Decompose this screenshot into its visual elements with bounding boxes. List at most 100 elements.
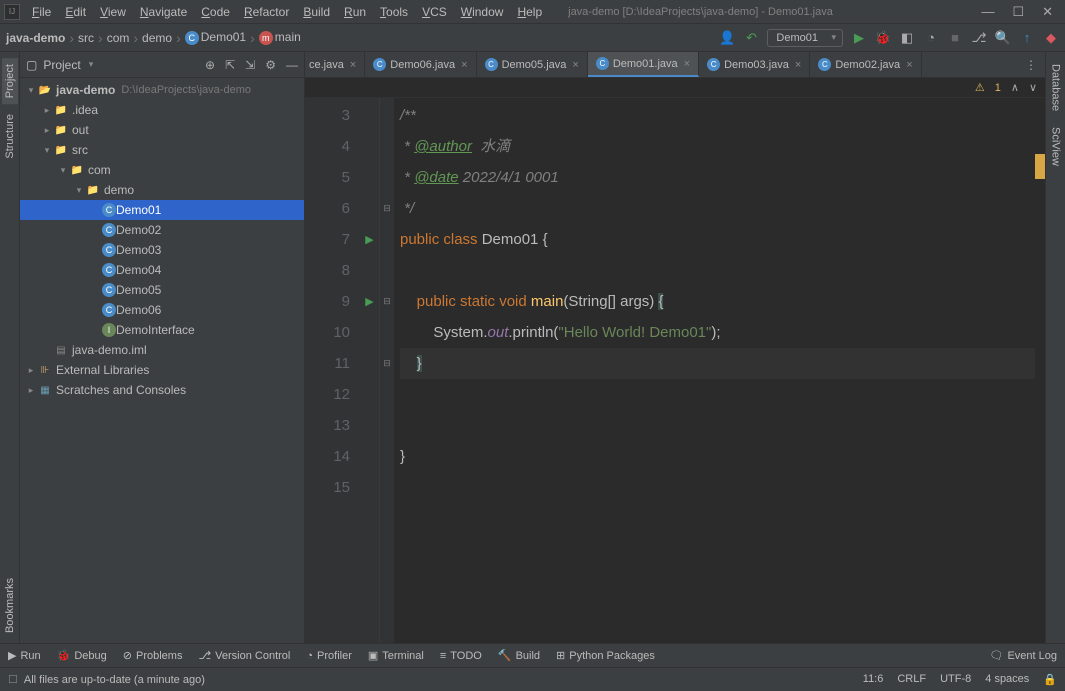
menu-build[interactable]: Build	[297, 3, 336, 21]
hide-icon[interactable]: —	[286, 58, 298, 72]
tab-close-icon[interactable]: ×	[350, 59, 356, 71]
gutter-run-icons[interactable]: ▶▶	[360, 98, 380, 643]
menu-window[interactable]: Window	[455, 3, 510, 21]
tool-terminal[interactable]: ▣Terminal	[368, 649, 424, 662]
editor-tab-demo02[interactable]: CDemo02.java×	[810, 52, 921, 77]
breadcrumb-class[interactable]: CDemo01	[185, 30, 246, 45]
tree-root[interactable]: ▾📂java-demoD:\IdeaProjects\java-demo	[20, 80, 304, 100]
menu-help[interactable]: Help	[511, 3, 548, 21]
menu-code[interactable]: Code	[195, 3, 236, 21]
gutter-run-icon[interactable]: ▶	[365, 233, 373, 246]
editor-scrollbar[interactable]	[1035, 118, 1045, 643]
menu-vcs[interactable]: VCS	[416, 3, 453, 21]
indent-setting[interactable]: 4 spaces	[985, 673, 1029, 686]
project-view-select[interactable]: Project	[43, 58, 93, 72]
tab-close-icon[interactable]: ×	[795, 59, 801, 71]
sync-icon[interactable]: ↑	[1019, 30, 1035, 46]
gear-icon[interactable]: ⚙	[265, 58, 276, 72]
add-user-icon[interactable]: 👤	[719, 30, 735, 46]
tree-idea[interactable]: ▸📁.idea	[20, 100, 304, 120]
vcs-icon[interactable]: ⎇	[971, 30, 987, 46]
tree-class-demo01[interactable]: CDemo01	[20, 200, 304, 220]
line-separator[interactable]: CRLF	[897, 673, 926, 686]
tab-list-icon[interactable]: ⋮	[1025, 58, 1037, 72]
tree-scratches[interactable]: ▸▦Scratches and Consoles	[20, 380, 304, 400]
locate-icon[interactable]: ⊕	[205, 58, 215, 72]
editor[interactable]: 3456789101112131415 ▶▶ ⊟⊟⊟ /** * @author…	[305, 98, 1045, 643]
run-icon[interactable]: ▶	[851, 30, 867, 46]
tool-debug[interactable]: 🐞Debug	[57, 649, 107, 662]
editor-tab-demo05[interactable]: CDemo05.java×	[477, 52, 588, 77]
profile-icon[interactable]: ◔	[923, 30, 939, 46]
tool-build[interactable]: 🔨Build	[498, 649, 540, 662]
tree-class-demo05[interactable]: CDemo05	[20, 280, 304, 300]
warning-marker[interactable]	[1035, 154, 1045, 179]
tool-python-packages[interactable]: ⊞Python Packages	[556, 649, 655, 662]
tree-out[interactable]: ▸📁out	[20, 120, 304, 140]
coverage-icon[interactable]: ◧	[899, 30, 915, 46]
tool-tab-structure[interactable]: Structure	[2, 108, 18, 165]
event-log-button[interactable]: Event Log	[1007, 650, 1057, 662]
tree-external-libraries[interactable]: ▸⊪External Libraries	[20, 360, 304, 380]
breadcrumb-com[interactable]: com	[107, 31, 130, 45]
close-icon[interactable]: ✕	[1042, 4, 1053, 20]
prev-highlight-icon[interactable]: ∧	[1011, 81, 1019, 94]
tree-class-demo02[interactable]: CDemo02	[20, 220, 304, 240]
tree-demo[interactable]: ▾📁demo	[20, 180, 304, 200]
tool-run[interactable]: ▶Run	[8, 649, 41, 662]
menu-tools[interactable]: Tools	[374, 3, 414, 21]
maximize-icon[interactable]: ☐	[1012, 4, 1024, 20]
breadcrumb-project[interactable]: java-demo	[6, 31, 65, 45]
menu-run[interactable]: Run	[338, 3, 372, 21]
project-tree[interactable]: ▾📂java-demoD:\IdeaProjects\java-demo▸📁.i…	[20, 78, 304, 643]
minimize-icon[interactable]: —	[981, 4, 994, 20]
tree-interface[interactable]: IDemoInterface	[20, 320, 304, 340]
warning-icon[interactable]: ⚠	[975, 81, 985, 94]
run-configuration-select[interactable]: Demo01	[767, 29, 843, 47]
tool-profiler[interactable]: ◔Profiler	[306, 650, 352, 662]
gutter-fold[interactable]: ⊟⊟⊟	[380, 98, 394, 643]
notification-icon[interactable]: ☐	[8, 673, 18, 686]
editor-tab-truncated[interactable]: ce.java×	[305, 52, 365, 77]
menu-edit[interactable]: Edit	[59, 3, 92, 21]
tool-problems[interactable]: ⊘Problems	[123, 649, 183, 662]
menu-navigate[interactable]: Navigate	[134, 3, 193, 21]
back-icon[interactable]: ↶	[743, 30, 759, 46]
tab-close-icon[interactable]: ×	[684, 58, 690, 70]
breadcrumb-src[interactable]: src	[78, 31, 94, 45]
search-icon[interactable]: 🔍	[995, 30, 1011, 46]
lock-icon[interactable]: 🔒	[1043, 673, 1057, 686]
tool-tab-project[interactable]: Project	[2, 58, 18, 104]
tab-close-icon[interactable]: ×	[461, 59, 467, 71]
code-area[interactable]: /** * @author 水滴 * @date 2022/4/1 0001 *…	[394, 98, 1045, 643]
menu-refactor[interactable]: Refactor	[238, 3, 295, 21]
breadcrumb-method[interactable]: mmain	[259, 30, 301, 45]
caret-position[interactable]: 11:6	[863, 673, 884, 686]
expand-icon[interactable]: ⇱	[225, 58, 235, 72]
tool-tab-bookmarks[interactable]: Bookmarks	[2, 572, 18, 639]
gutter-run-icon[interactable]: ▶	[365, 295, 373, 308]
tab-close-icon[interactable]: ×	[906, 59, 912, 71]
debug-icon[interactable]: 🐞	[875, 30, 891, 46]
editor-tab-demo03[interactable]: CDemo03.java×	[699, 52, 810, 77]
tool-todo[interactable]: ≡TODO	[440, 650, 482, 662]
menu-file[interactable]: File	[26, 3, 57, 21]
event-log-icon[interactable]: 🗨	[989, 649, 1003, 662]
editor-tab-demo01[interactable]: CDemo01.java×	[588, 52, 699, 77]
ide-features-icon[interactable]: ◆	[1043, 30, 1059, 46]
tree-com[interactable]: ▾📁com	[20, 160, 304, 180]
editor-tab-demo06[interactable]: CDemo06.java×	[365, 52, 476, 77]
tool-tab-database[interactable]: Database	[1048, 58, 1064, 117]
tree-iml[interactable]: ▤java-demo.iml	[20, 340, 304, 360]
tab-close-icon[interactable]: ×	[572, 59, 578, 71]
file-encoding[interactable]: UTF-8	[940, 673, 971, 686]
tree-src[interactable]: ▾📁src	[20, 140, 304, 160]
breadcrumb-demo[interactable]: demo	[142, 31, 172, 45]
menu-view[interactable]: View	[94, 3, 132, 21]
tree-class-demo03[interactable]: CDemo03	[20, 240, 304, 260]
tool-version-control[interactable]: ⎇Version Control	[198, 649, 290, 662]
stop-icon[interactable]: ■	[947, 30, 963, 46]
next-highlight-icon[interactable]: ∨	[1029, 81, 1037, 94]
collapse-icon[interactable]: ⇲	[245, 58, 255, 72]
tool-tab-sciview[interactable]: SciView	[1048, 121, 1064, 172]
